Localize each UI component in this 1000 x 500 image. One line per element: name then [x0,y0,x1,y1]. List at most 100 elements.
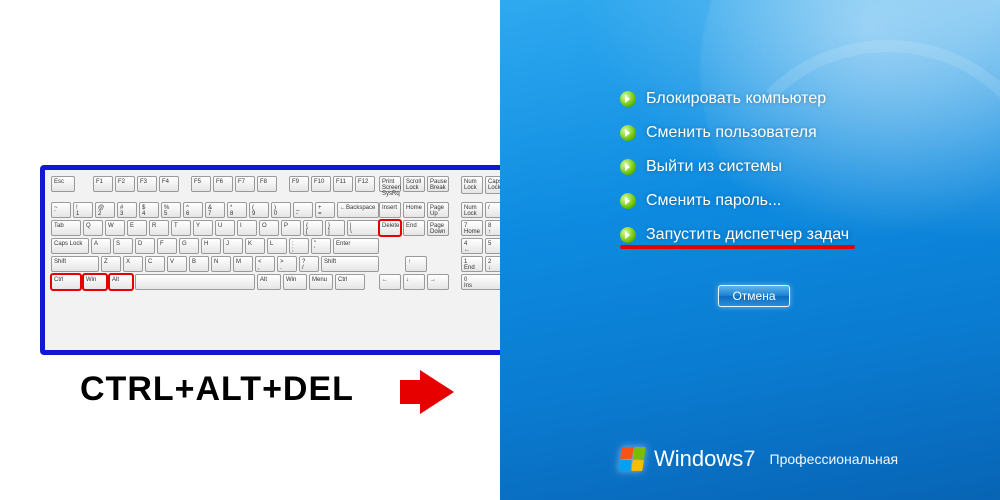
key-rwin: Win [283,274,307,290]
key-i: I [237,220,257,236]
key-b: B [189,256,209,272]
key-1: ! 1 [73,202,93,218]
menu-item-task-manager[interactable]: Запустить диспетчер задач [620,226,849,244]
key-lshift: Shift [51,256,99,272]
key-s: S [113,238,133,254]
keyboard-diagram-panel: Esc F1 F2 F3 F4 F5 F6 F7 F8 F9 F10 F11 F… [0,0,500,500]
key-prtsc: Print Screen SysRq [379,176,401,192]
key-f1: F1 [93,176,113,192]
menu-item-switch-user[interactable]: Сменить пользователя [620,124,849,142]
key-y: Y [193,220,213,236]
key-h: H [201,238,221,254]
key-l: L [267,238,287,254]
key-left: ← [379,274,401,290]
key-q: Q [83,220,103,236]
windows-security-screen: Блокировать компьютер Сменить пользовате… [500,0,1000,500]
key-backspace: ←Backspace [337,202,379,218]
key-rbracket: } ] [325,220,345,236]
key-space [135,274,255,290]
key-pgdn: Page Down [427,220,449,236]
key-dash: _ - [293,202,313,218]
key-p: P [281,220,301,236]
cancel-button[interactable]: Отмена [718,285,790,307]
key-home: Home [403,202,425,218]
key-backslash: | \ [347,220,379,236]
key-right: → [427,274,449,290]
arrow-right-circle-icon [620,193,636,209]
arrow-right-circle-icon [620,159,636,175]
key-o: O [259,220,279,236]
key-esc: Esc [51,176,75,192]
key-f: F [157,238,177,254]
key-t: T [171,220,191,236]
key-8: * 8 [227,202,247,218]
key-menu: Menu [309,274,333,290]
arrow-right-circle-icon [620,91,636,107]
key-down: ↓ [403,274,425,290]
key-f12: F12 [355,176,375,192]
key-4: $ 4 [139,202,159,218]
key-j: J [223,238,243,254]
key-f7: F7 [235,176,255,192]
menu-item-label: Сменить пароль... [646,192,781,210]
key-f5: F5 [191,176,211,192]
menu-item-label: Сменить пользователя [646,124,817,142]
key-pause: Pause Break [427,176,449,192]
key-f4: F4 [159,176,179,192]
key-7: & 7 [205,202,225,218]
key-slash: ? / [299,256,319,272]
key-k: K [245,238,265,254]
menu-item-lock-computer[interactable]: Блокировать компьютер [620,90,849,108]
key-end: End [403,220,425,236]
keyboard-main-block: Esc F1 F2 F3 F4 F5 F6 F7 F8 F9 F10 F11 F… [51,176,369,292]
keyboard-frame: Esc F1 F2 F3 F4 F5 F6 F7 F8 F9 F10 F11 F… [40,165,570,355]
key-v: V [167,256,187,272]
menu-item-label: Блокировать компьютер [646,90,826,108]
shortcut-caption: CTRL+ALT+DEL [80,370,354,409]
security-menu: Блокировать компьютер Сменить пользовате… [620,90,849,260]
key-3: # 3 [117,202,137,218]
menu-item-label: Запустить диспетчер задач [646,226,849,244]
key-5: % 5 [161,202,181,218]
brand-edition: Профессиональная [770,451,899,467]
key-z: Z [101,256,121,272]
key-0: ) 0 [271,202,291,218]
key-rshift: Shift [321,256,379,272]
key-pgup: Page Up [427,202,449,218]
key-num4: 4 ← [461,238,483,254]
key-6: ^ 6 [183,202,203,218]
key-insert: Insert [379,202,401,218]
menu-item-log-off[interactable]: Выйти из системы [620,158,849,176]
key-n: N [211,256,231,272]
arrow-right-circle-icon [620,227,636,243]
key-equals: + = [315,202,335,218]
key-capslock: Caps Lock [51,238,89,254]
key-2: @ 2 [95,202,115,218]
key-g: G [179,238,199,254]
key-tab: Tab [51,220,81,236]
keyboard-nav-block: Print Screen SysRq Scroll Lock Pause Bre… [379,176,451,292]
key-f11: F11 [333,176,353,192]
key-scrlk: Scroll Lock [403,176,425,192]
key-rctrl: Ctrl [335,274,365,290]
key-delete: Delete [379,220,401,236]
key-lalt: Alt [109,274,133,290]
key-comma: < , [255,256,275,272]
key-num7: 7 Home [461,220,483,236]
key-f9: F9 [289,176,309,192]
key-numlock: Num Lock [461,202,483,218]
key-f8: F8 [257,176,277,192]
menu-item-change-password[interactable]: Сменить пароль... [620,192,849,210]
windows-logo-icon [618,447,645,471]
key-lwin: Win [83,274,107,290]
key-quote: " ' [311,238,331,254]
key-x: X [123,256,143,272]
key-tilde: ~ ` [51,202,71,218]
brand-product: Windows7 [654,446,756,472]
key-lbracket: { [ [303,220,323,236]
key-w: W [105,220,125,236]
key-num1: 1 End [461,256,483,272]
branding: Windows7 Профессиональная [620,446,898,472]
key-ralt: Alt [257,274,281,290]
key-d: D [135,238,155,254]
